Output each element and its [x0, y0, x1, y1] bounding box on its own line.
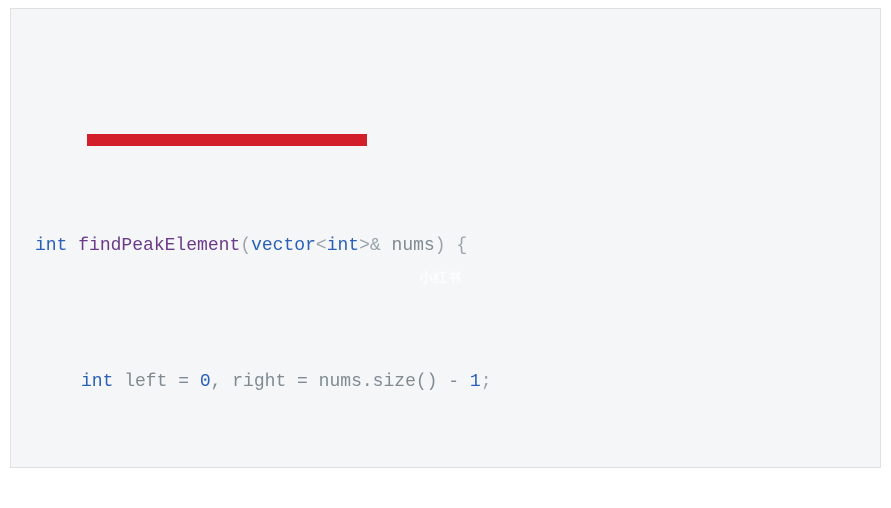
- param-nums: nums: [381, 236, 435, 256]
- decl-right: , right = nums.size() -: [211, 372, 470, 392]
- paren-close: ): [435, 236, 446, 256]
- literal-one: 1: [470, 372, 481, 392]
- angle-close: >: [359, 236, 370, 256]
- brace-open: {: [446, 236, 468, 256]
- decl-left: left =: [113, 372, 199, 392]
- keyword-int: int: [81, 372, 113, 392]
- red-underline-highlight: [87, 134, 367, 146]
- code-block: 小红书 int findPeakElement(vector<int>& num…: [10, 8, 881, 468]
- ampersand: &: [370, 236, 381, 256]
- type-vector: vector: [251, 236, 316, 256]
- watermark-text: 小红书: [419, 261, 461, 295]
- template-int: int: [327, 236, 359, 256]
- code-line-2: int left = 0, right = nums.size() - 1;: [35, 365, 862, 399]
- literal-zero: 0: [200, 372, 211, 392]
- keyword-int: int: [35, 236, 67, 256]
- semicolon: ;: [481, 372, 492, 392]
- paren-open: (: [240, 236, 251, 256]
- angle-open: <: [316, 236, 327, 256]
- code-line-1: int findPeakElement(vector<int>& nums) {: [35, 229, 862, 263]
- function-name: findPeakElement: [78, 236, 240, 256]
